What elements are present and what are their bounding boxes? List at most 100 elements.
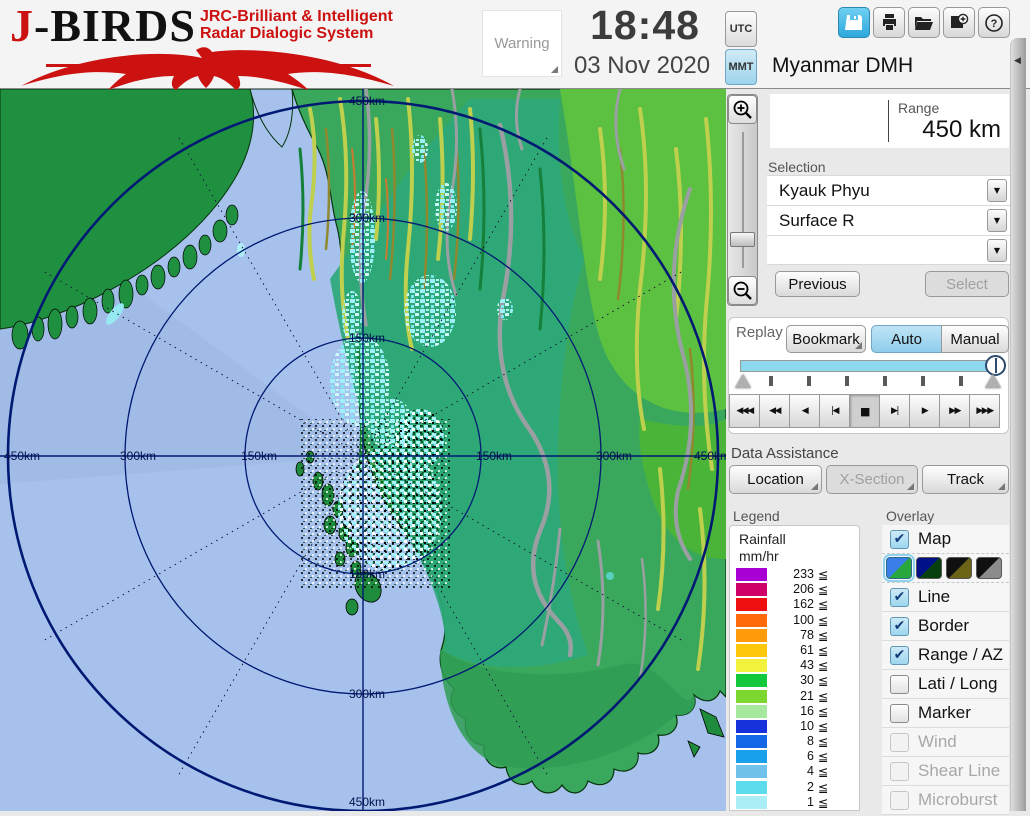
map-style-dark[interactable] <box>916 557 942 579</box>
open-folder-button[interactable] <box>908 7 940 38</box>
legend-value: 10 <box>770 719 814 733</box>
fast-rewind-3x-button[interactable]: ◀◀◀ <box>729 394 760 428</box>
clock-time: 18:48 <box>570 2 720 49</box>
legend-item: 4≦ <box>730 764 859 779</box>
help-icon: ? <box>984 13 1004 33</box>
legend-item: 162≦ <box>730 597 859 612</box>
overlay-item-range-az: ✔ Range / AZ <box>882 641 1009 670</box>
station-name: Myanmar DMH <box>772 54 913 78</box>
overlay-item-label: Marker <box>918 703 971 723</box>
previous-button[interactable]: Previous <box>775 271 860 297</box>
play-button[interactable]: ▶ <box>909 394 940 428</box>
clock-date: 03 Nov 2020 <box>556 52 728 80</box>
data-assistance-label: Data Assistance <box>731 445 839 462</box>
play-reverse-button[interactable]: ◀ <box>789 394 820 428</box>
legend-operator: ≦ <box>818 749 828 764</box>
manual-button[interactable]: Manual <box>941 325 1009 353</box>
overlay-item-label: Range / AZ <box>918 645 1003 665</box>
map-style-row <box>882 554 1009 583</box>
legend-color-swatch <box>736 690 767 703</box>
legend-operator: ≦ <box>818 643 828 658</box>
site-dropdown-value: Kyauk Phyu <box>779 181 870 200</box>
jbirds-logo: J-BIRDSJRC-Brilliant & IntelligentRadar … <box>10 4 410 88</box>
overlay-item-wind: Wind <box>882 728 1009 757</box>
step-back-button[interactable]: |◀ <box>819 394 850 428</box>
select-button[interactable]: Select <box>925 271 1009 297</box>
logo-title: J-BIRDS <box>10 4 196 48</box>
stop-button[interactable]: ■ <box>849 394 880 428</box>
range-label: 300km <box>596 449 632 463</box>
legend-item: 61 ≦ <box>730 643 859 658</box>
legend-value: 61 <box>770 643 814 657</box>
replay-slider-track[interactable] <box>740 360 999 372</box>
range-label: 150km <box>241 449 277 463</box>
range-label: 450km <box>349 94 385 108</box>
bookmark-button[interactable]: Bookmark <box>786 325 866 353</box>
warning-label: Warning <box>494 35 549 52</box>
checkbox[interactable]: ✔ <box>890 617 909 636</box>
fast-forward-3x-button[interactable]: ▶▶▶ <box>969 394 1000 428</box>
legend-operator: ≦ <box>818 613 828 628</box>
fast-rewind-2x-button[interactable]: ◀◀ <box>759 394 790 428</box>
zoom-out-button[interactable] <box>728 276 757 305</box>
legend-operator: ≦ <box>818 673 828 688</box>
legend-color-swatch <box>736 568 767 581</box>
new-window-button[interactable] <box>943 7 975 38</box>
warning-button[interactable]: Warning <box>482 10 562 77</box>
map-style-gray[interactable] <box>976 557 1002 579</box>
slider-tick <box>845 376 849 386</box>
auto-button[interactable]: Auto <box>871 325 942 353</box>
legend-item: 10≦ <box>730 719 859 734</box>
overlay-item-lati-long: Lati / Long <box>882 670 1009 699</box>
legend-value: 2 <box>770 780 814 794</box>
radar-map[interactable]: 450km 300km 150km 150km 300km 450km 450k… <box>0 89 726 811</box>
option-dropdown[interactable]: ▼ <box>767 235 1010 265</box>
chevron-down-icon[interactable]: ▼ <box>987 179 1007 202</box>
overlay-item-label: Shear Line <box>918 761 1000 781</box>
eagle-logo-icon <box>16 44 401 92</box>
overlay-panel: ✔Map✔Line✔Border✔Range / AZLati / LongMa… <box>882 525 1009 815</box>
zoom-slider-handle[interactable] <box>730 232 755 247</box>
print-button[interactable] <box>873 7 905 38</box>
location-button[interactable]: Location <box>729 465 822 494</box>
save-button[interactable] <box>838 7 870 38</box>
legend-item: 21≦ <box>730 689 859 704</box>
legend-value: 21 <box>770 689 814 703</box>
slider-end-marker[interactable] <box>985 374 1001 388</box>
legend-value: 100 <box>770 613 814 627</box>
legend-color-swatch <box>736 796 767 809</box>
overlay-item-label: Lati / Long <box>918 674 997 694</box>
panel-collapse-handle[interactable]: ◀ <box>1010 38 1026 811</box>
slider-start-marker[interactable] <box>735 374 751 388</box>
site-dropdown[interactable]: Kyauk Phyu ▼ <box>767 175 1010 205</box>
map-style-olive[interactable] <box>946 557 972 579</box>
legend-title: Legend <box>733 508 780 524</box>
map-zoom-control <box>727 94 758 306</box>
checkbox[interactable] <box>890 675 909 694</box>
zoom-in-button[interactable] <box>728 95 757 124</box>
step-forward-button[interactable]: ▶| <box>879 394 910 428</box>
logo-subtitle: JRC-Brilliant & IntelligentRadar Dialogi… <box>200 8 393 42</box>
checkbox[interactable]: ✔ <box>890 530 909 549</box>
map-style-color[interactable] <box>886 557 912 579</box>
utc-button[interactable]: UTC <box>725 11 757 47</box>
checkbox[interactable] <box>890 704 909 723</box>
checkbox[interactable]: ✔ <box>890 588 909 607</box>
chevron-down-icon[interactable]: ▼ <box>987 209 1007 232</box>
checkbox[interactable]: ✔ <box>890 646 909 665</box>
overlay-item-label: Wind <box>918 732 957 752</box>
checkbox <box>890 791 909 810</box>
range-label: Range <box>898 100 939 116</box>
fast-forward-2x-button[interactable]: ▶▶ <box>939 394 970 428</box>
x-section-button[interactable]: X-Section <box>826 465 918 494</box>
mmt-button[interactable]: MMT <box>725 49 757 85</box>
legend-color-swatch <box>736 674 767 687</box>
legend-panel: Rainfallmm/hr 233≦206≦162≦100≦78≦61≦43≦3… <box>729 525 860 811</box>
replay-slider-handle[interactable] <box>985 355 1006 376</box>
chevron-down-icon[interactable]: ▼ <box>987 239 1007 262</box>
toolbar: ? <box>838 7 1010 38</box>
track-button[interactable]: Track <box>922 465 1009 494</box>
help-button[interactable]: ? <box>978 7 1010 38</box>
product-dropdown[interactable]: Surface R ▼ <box>767 205 1010 235</box>
zoom-slider-track[interactable] <box>728 124 757 276</box>
